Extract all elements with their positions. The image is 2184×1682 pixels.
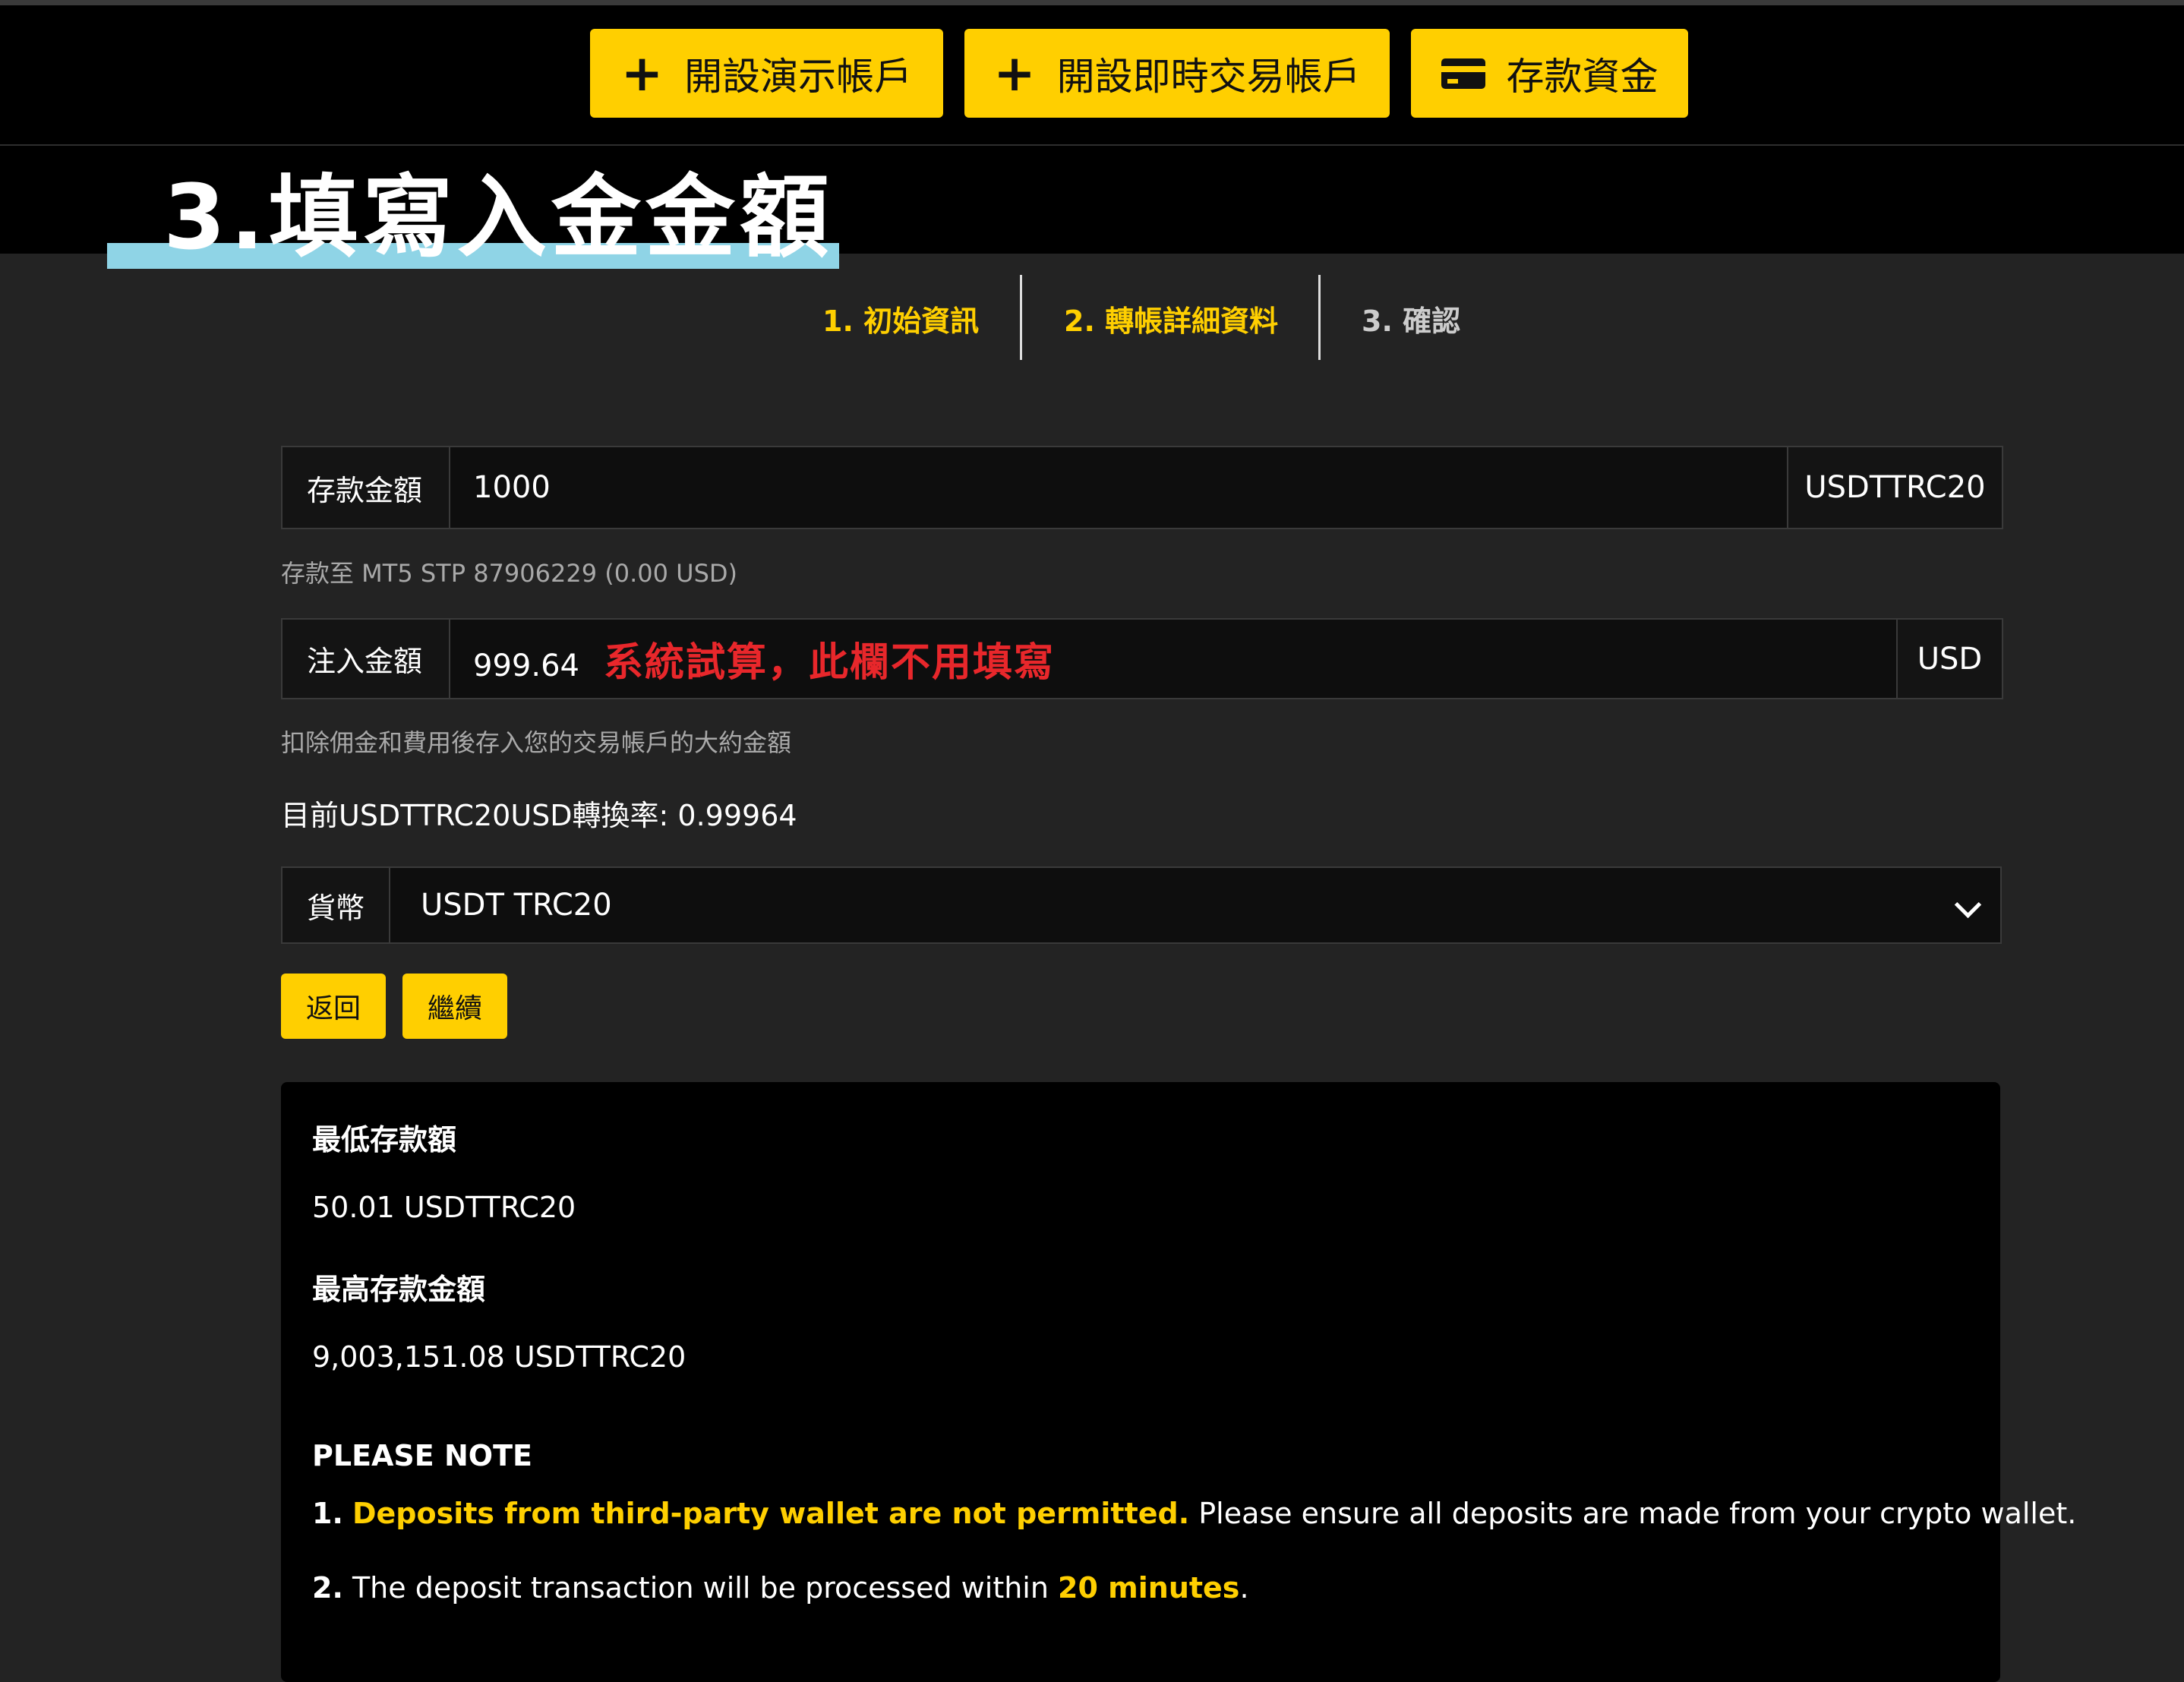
deposit-currency-addon: USDTTRC20	[1787, 447, 2002, 528]
deposit-limits-panel: 最低存款額 50.01 USDTTRC20 最高存款金額 9,003,151.0…	[281, 1082, 2076, 1682]
inject-amount-value: 999.64 系統試算，此欄不用填寫	[450, 630, 1055, 687]
system-calc-note: 系統試算，此欄不用填寫	[603, 640, 1055, 686]
currency-select-value: USDT TRC20	[421, 888, 612, 923]
inject-amount-number: 999.64	[473, 649, 579, 683]
inject-currency-addon: USD	[1896, 620, 2002, 698]
chevron-down-icon	[1954, 891, 1982, 919]
inject-amount-label: 注入金額	[282, 620, 450, 698]
step-indicator: 1. 初始資訊 2. 轉帳詳細資料 3. 確認	[0, 275, 2184, 360]
max-deposit-value: 9,003,151.08 USDTTRC20	[312, 1340, 686, 1374]
open-live-account-button[interactable]: + 開設即時交易帳戶	[964, 29, 1390, 118]
step-initial-info[interactable]: 1. 初始資訊	[822, 298, 979, 339]
note-item-1: 1. Deposits from third-party wallet are …	[312, 1497, 2076, 1530]
step-confirm: 3. 確認	[1362, 305, 1461, 338]
currency-select[interactable]: 貨幣 USDT TRC20	[281, 866, 2002, 944]
note-2-number: 2.	[312, 1571, 343, 1605]
continue-button[interactable]: 繼續	[402, 974, 507, 1039]
note-2-text: The deposit transaction will be processe…	[342, 1571, 1059, 1605]
back-button[interactable]: 返回	[281, 974, 386, 1039]
top-divider	[0, 0, 2184, 5]
min-deposit-value: 50.01 USDTTRC20	[312, 1191, 576, 1224]
note-1-number: 1.	[312, 1497, 343, 1530]
max-deposit-label: 最高存款金額	[312, 1273, 486, 1306]
note-item-2: 2. The deposit transaction will be proce…	[312, 1571, 1249, 1605]
note-2-end: .	[1239, 1571, 1249, 1605]
deposit-helper-text: 存款至 MT5 STP 87906229 (0.00 USD)	[281, 559, 738, 588]
credit-card-icon	[1441, 58, 1485, 89]
open-demo-account-button[interactable]: + 開設演示帳戶	[590, 29, 943, 118]
page-title: 3.填寫入金金額	[163, 165, 834, 270]
note-1-text: Please ensure all deposits are made from…	[1189, 1497, 2077, 1530]
deposit-amount-field: 存款金額 1000 USDTTRC20	[281, 446, 2003, 529]
please-note-title: PLEASE NOTE	[312, 1439, 532, 1472]
deposit-amount-label: 存款金額	[282, 447, 450, 528]
step-divider	[1318, 275, 1321, 360]
inject-helper-text: 扣除佣金和費用後存入您的交易帳戶的大約金額	[281, 728, 792, 757]
step-transfer-details[interactable]: 2. 轉帳詳細資料	[1064, 298, 1278, 339]
note-2-highlight: 20 minutes	[1058, 1571, 1240, 1605]
conversion-rate-text: 目前USDTTRC20USD轉換率: 0.99964	[281, 799, 797, 832]
step-divider	[1020, 275, 1022, 360]
open-demo-account-label: 開設演示帳戶	[684, 54, 913, 99]
min-deposit-label: 最低存款額	[312, 1123, 457, 1157]
top-navigation-bar: + 開設演示帳戶 + 開設即時交易帳戶 存款資金	[0, 0, 2184, 146]
note-1-highlight: Deposits from third-party wallet are not…	[352, 1497, 1190, 1530]
deposit-funds-button[interactable]: 存款資金	[1411, 29, 1688, 118]
currency-select-label: 貨幣	[282, 868, 390, 942]
deposit-funds-label: 存款資金	[1506, 54, 1659, 99]
plus-icon: +	[993, 43, 1036, 103]
inject-amount-field: 注入金額 999.64 系統試算，此欄不用填寫 USD	[281, 618, 2003, 699]
plus-icon: +	[620, 43, 664, 103]
open-live-account-label: 開設即時交易帳戶	[1056, 54, 1361, 99]
deposit-amount-input[interactable]: 1000	[450, 470, 1794, 505]
